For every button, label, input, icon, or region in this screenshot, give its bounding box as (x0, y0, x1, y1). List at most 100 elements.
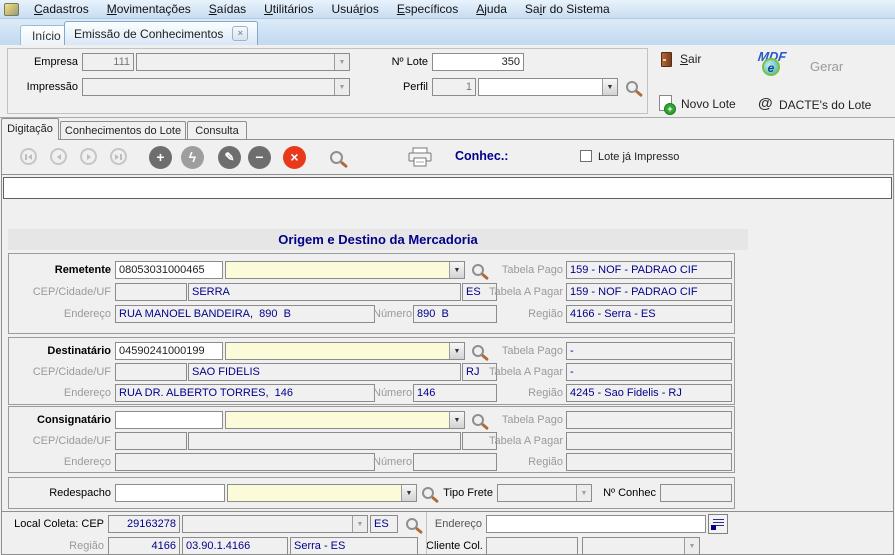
destinatario-cep-field (115, 363, 187, 381)
menu-item-ajuda[interactable]: Ajuda (467, 2, 516, 16)
cancel-record-button[interactable]: × (283, 146, 306, 169)
menu-item-usuarios[interactable]: Usuários (322, 2, 387, 16)
numero-label: Número (373, 384, 409, 402)
local-coleta-uf-field: ES (370, 515, 398, 533)
cliente-col-combo: ▼ (582, 537, 700, 555)
remetente-name-combo[interactable]: ▼ (225, 261, 465, 279)
remetente-code-input[interactable]: 08053031000465 (115, 261, 223, 279)
tabela-a-pagar-field (566, 432, 732, 450)
tabela-pago-label: Tabela Pago (469, 261, 563, 279)
tab-consulta[interactable]: Consulta (187, 121, 247, 140)
edit-record-button[interactable]: ✎ (218, 146, 241, 169)
consignatario-regiao-field (566, 453, 732, 471)
tabela-pago-field (566, 411, 732, 429)
tab-emissao-de-conhecimentos[interactable]: Emissão de Conhecimentos × (64, 21, 258, 45)
regiao-label: Região (469, 384, 563, 402)
tabela-pago-label: Tabela Pago (469, 342, 563, 360)
at-sign-icon[interactable]: @ (758, 95, 773, 112)
remetente-cidade-field: SERRA (188, 283, 461, 301)
novo-lote-button[interactable]: Novo Lote (681, 97, 736, 111)
destinatario-name-combo[interactable]: S S LTDA ▼ (225, 342, 465, 360)
chevron-down-icon[interactable]: ▼ (449, 412, 464, 428)
numero-label: Número (373, 453, 409, 471)
empresa-name-combo: ), ▼ (136, 53, 350, 71)
exit-door-icon[interactable] (661, 52, 672, 67)
sair-button[interactable]: Sair (680, 52, 701, 66)
menu-item-sair-do-sistema[interactable]: Sair do Sistema (516, 2, 619, 16)
n-lote-label: Nº Lote (380, 53, 428, 71)
new-document-icon[interactable] (659, 95, 672, 111)
destinatario-code-input[interactable]: 04590241000199 (115, 342, 223, 360)
print-icon[interactable] (407, 147, 433, 168)
tabela-a-pagar-label: Tabela A Pagar (469, 363, 563, 381)
regiao-label: Região (469, 305, 563, 323)
section-title: Origem e Destino da Mercadoria (8, 229, 748, 250)
search-record-icon[interactable] (330, 151, 343, 164)
impressao-label: Impressão (20, 78, 78, 96)
address-lookup-icon[interactable] (708, 514, 728, 534)
dactes-do-lote-button[interactable]: DACTE's do Lote (779, 98, 871, 112)
tab-label: Emissão de Conhecimentos (74, 22, 223, 46)
chevron-down-icon[interactable]: ▼ (602, 79, 617, 95)
application-window: Cadastros Movimentações Saídas Utilitári… (0, 0, 895, 555)
conhec-entry-input[interactable] (3, 177, 892, 199)
lote-ja-impresso-label: Lote já Impresso (598, 148, 679, 166)
local-coleta-section: Local Coleta: CEP 29163278 SERRA ▼ ES En… (2, 511, 893, 555)
chevron-down-icon[interactable]: ▼ (449, 262, 464, 278)
coleta-endereco-label: Endereço (432, 515, 482, 533)
cep-cidade-uf-label: CEP/Cidade/UF (11, 283, 111, 301)
redespacho-code-input[interactable] (115, 484, 225, 502)
tabela-a-pagar-label: Tabela A Pagar (469, 432, 563, 450)
consignatario-cep-field (115, 432, 187, 450)
local-coleta-cep-field: 29163278 (108, 515, 180, 533)
redespacho-name-combo[interactable]: ▼ (227, 484, 417, 502)
destinatario-endereco-field: RUA DR. ALBERTO TORRES, 146 (115, 384, 375, 402)
consignatario-code-input[interactable] (115, 411, 223, 429)
menu-item-utilitarios[interactable]: Utilitários (255, 2, 322, 16)
consignatario-label: Consignatário (11, 411, 111, 429)
coleta-regiao-name-field: Serra - ES (290, 537, 418, 555)
close-tab-icon[interactable]: × (232, 26, 248, 41)
local-coleta-search-icon[interactable] (406, 518, 418, 530)
chevron-down-icon[interactable]: ▼ (401, 485, 416, 501)
tab-digitacao[interactable]: Digitação (1, 118, 59, 140)
chevron-down-icon[interactable]: ▼ (449, 343, 464, 359)
endereco-label: Endereço (11, 453, 111, 471)
coleta-regiao-label: Região (4, 537, 104, 555)
chevron-down-icon: ▼ (334, 79, 349, 95)
app-icon (4, 3, 19, 16)
redespacho-panel: Redespacho ▼ Tipo Frete A Pagar ▼ Nº Con… (8, 477, 735, 509)
perfil-combo[interactable]: SUPERVISOR ▼ (478, 78, 618, 96)
perfil-search-icon[interactable] (626, 81, 638, 93)
menu-item-especificos[interactable]: Específicos (388, 2, 467, 16)
redespacho-search-icon[interactable] (422, 487, 434, 499)
endereco-label: Endereço (11, 384, 111, 402)
prior-record-icon (50, 148, 67, 165)
tipo-frete-label: Tipo Frete (439, 484, 493, 502)
remetente-label: Remetente (11, 261, 111, 279)
tab-conhecimentos-do-lote[interactable]: Conhecimentos do Lote (60, 121, 186, 140)
local-coleta-cep-label: Local Coleta: CEP (4, 515, 104, 533)
remetente-endereco-field: RUA MANOEL BANDEIRA, 890 B (115, 305, 375, 323)
delete-record-button[interactable]: − (248, 146, 271, 169)
consignatario-name-combo[interactable]: ▼ (225, 411, 465, 429)
lote-ja-impresso-checkbox[interactable] (580, 150, 592, 162)
menu-item-saidas[interactable]: Saídas (200, 2, 255, 16)
chevron-down-icon: ▼ (576, 485, 591, 501)
destinatario-cidade-field: SAO FIDELIS (188, 363, 461, 381)
menu-item-movimentacoes[interactable]: Movimentações (98, 2, 200, 16)
section-divider (426, 512, 427, 554)
coleta-endereco-input[interactable] (486, 515, 706, 533)
cep-cidade-uf-label: CEP/Cidade/UF (11, 432, 111, 450)
cliente-col-code-field (486, 537, 578, 555)
n-lote-input[interactable]: 350 (432, 53, 524, 71)
tabela-pago-label: Tabela Pago (469, 411, 563, 429)
conhec-label: Conhec.: (455, 149, 508, 163)
digitacao-tab-page: + ϟ ✎ − × Conhec.: Lote já Impresso Orig… (1, 139, 894, 555)
document-tabs: Início Emissão de Conhecimentos × (0, 19, 895, 45)
menu-item-cadastros[interactable]: Cadastros (25, 2, 98, 16)
chevron-down-icon: ▼ (352, 516, 367, 532)
add-record-button[interactable]: + (149, 146, 172, 169)
remetente-cep-field (115, 283, 187, 301)
gerar-button[interactable]: Gerar (810, 59, 843, 74)
